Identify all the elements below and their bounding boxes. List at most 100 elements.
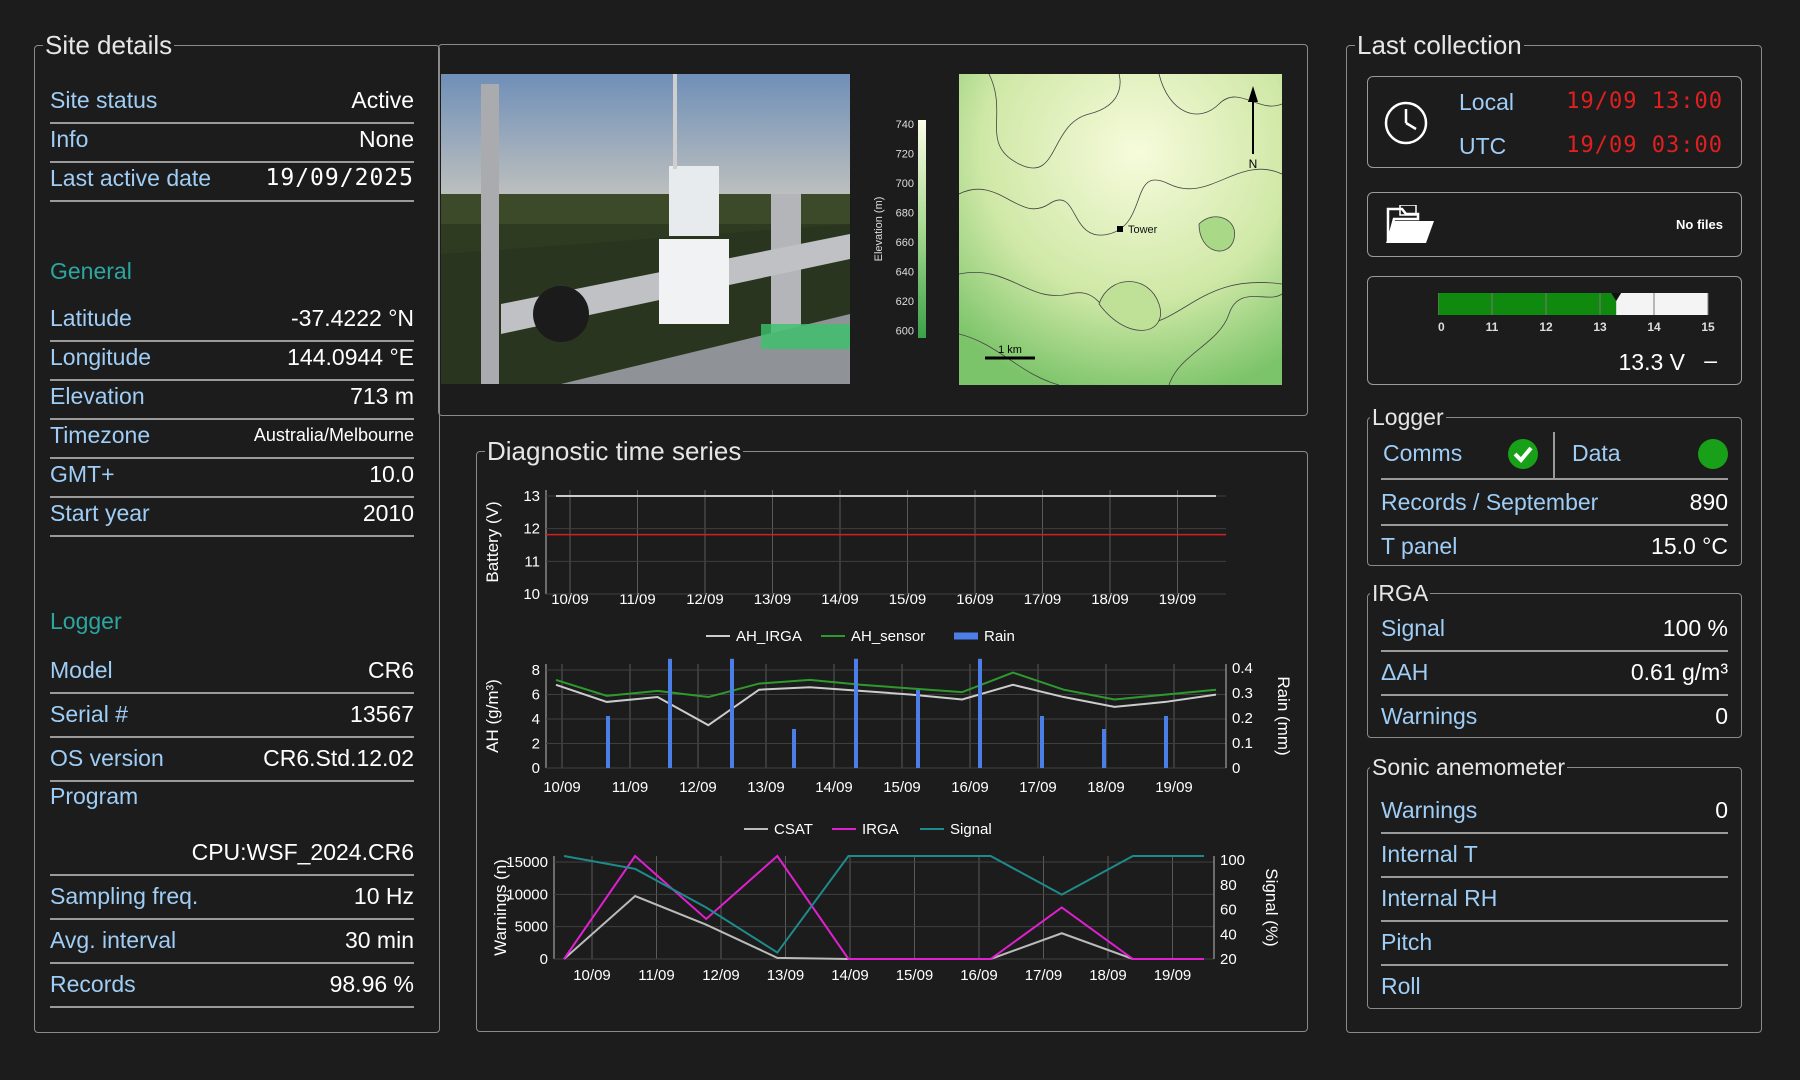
gauge-tick-label: 14 <box>1647 320 1661 334</box>
y-axis-label: AH (g/m³) <box>483 679 502 753</box>
elevation-tick: 660 <box>896 237 914 249</box>
legend-label-rain: Rain <box>984 628 1015 645</box>
irga-ah-label: ΔAH <box>1381 658 1429 685</box>
y-tick-label: 15000 <box>506 854 548 871</box>
x-tick-label: 11/09 <box>612 779 648 796</box>
legend-label-ah-sensor: AH_sensor <box>851 628 925 645</box>
y2-axis-label: Rain (mm) <box>1274 676 1293 755</box>
clock-icon <box>1384 101 1428 145</box>
sonic-internal-rh-label: Internal RH <box>1381 884 1498 911</box>
x-tick-label: 14/09 <box>831 967 869 984</box>
sonic-internal-rh-row: Internal RH <box>1381 876 1728 922</box>
legend-label-csat: CSAT <box>774 821 813 838</box>
tpanel-value: 15.0 °C <box>1651 532 1728 559</box>
sonic-warnings-row: Warnings 0 <box>1381 788 1728 834</box>
data-status-icon <box>1698 439 1728 469</box>
last-collection-legend: Last collection <box>1357 30 1522 60</box>
sampling-freq-value: 10 Hz <box>353 882 414 909</box>
diagnostic-charts: 10/09 11/09 12/09 13/09 14/09 15/09 16/09 17/09… <box>483 488 1293 984</box>
battery-chart: 10/09 11/09 12/09 13/09 14/09 15/09 16/09 17/09… <box>483 488 1226 608</box>
start-year-row: Start year 2010 <box>50 491 414 537</box>
irga-ah-row: ΔAH 0.61 g/m³ <box>1381 650 1728 696</box>
program-value: CPU:WSF_2024.CR6 <box>191 838 414 865</box>
rain-bar <box>668 658 672 768</box>
y-tick-label: 11 <box>524 553 540 570</box>
latitude-value: -37.4222 °N <box>291 304 414 331</box>
elevation-tick: 600 <box>896 326 914 338</box>
longitude-label: Longitude <box>50 343 152 370</box>
records-label: Records / September <box>1381 488 1599 515</box>
ah-chart: 10/09 11/09 12/09 13/09 14/09 15/09 16/09 17/09… <box>483 628 1293 796</box>
records-row: Records / September 890 <box>1381 480 1728 526</box>
gmt-label: GMT+ <box>50 460 115 487</box>
x-tick-label: 17/09 <box>1019 779 1057 796</box>
records-value: 890 <box>1689 488 1728 515</box>
folder-open-icon <box>1386 205 1434 243</box>
y2-tick-label: 0.3 <box>1232 685 1253 702</box>
elevation-value: 713 m <box>350 382 414 409</box>
topo-map: Tower N 1 km <box>959 74 1282 385</box>
logger-section-title: Logger <box>50 608 122 634</box>
elevation-tick: 640 <box>896 267 914 279</box>
x-tick-label: 12/09 <box>702 967 740 984</box>
rain-bar <box>730 658 734 768</box>
serial-label: Serial # <box>50 700 128 727</box>
tpanel-row: T panel 15.0 °C <box>1381 524 1728 568</box>
records-label: Records <box>50 970 136 997</box>
elevation-colorbar: 740 720 700 680 660 640 620 600 Elevation (m) <box>873 119 926 338</box>
rain-bar <box>606 716 610 768</box>
rain-bar <box>978 658 982 768</box>
program-label: Program <box>50 783 139 809</box>
last-active-date-row: Last active date 19/09/2025 <box>50 156 414 202</box>
local-value: 19/09 13:00 <box>1566 89 1723 114</box>
sonic-internal-t-label: Internal T <box>1381 840 1478 867</box>
y2-tick-label: 60 <box>1220 902 1237 919</box>
y-axis-label: Battery (V) <box>483 501 502 582</box>
y2-axis-label: Signal (%) <box>1262 868 1281 946</box>
sonic-warnings-value: 0 <box>1715 796 1728 823</box>
x-tick-label: 14/09 <box>815 779 853 796</box>
x-tick-label: 18/09 <box>1089 967 1127 984</box>
gauge-tick-label: 12 <box>1539 320 1553 334</box>
gauge-fill <box>1438 293 1617 315</box>
site-status-value: Active <box>351 86 414 113</box>
x-tick-label: 15/09 <box>883 779 921 796</box>
y-axis-label: Warnings (n) <box>491 859 510 956</box>
gauge-tick-label: 10 <box>1438 320 1445 334</box>
series-line-ah-sensor <box>555 671 1217 701</box>
general-section-title: General <box>50 258 132 284</box>
north-label: N <box>1249 157 1258 171</box>
serial-value: 13567 <box>350 700 414 727</box>
comms-divider <box>1553 432 1555 478</box>
program-row: CPU:WSF_2024.CR6 <box>50 830 414 876</box>
sonic-content: Warnings 0 Internal T Internal RH Pitch Roll <box>1367 754 1742 1009</box>
gauge-tick-label: 15 <box>1701 320 1715 334</box>
tpanel-label: T panel <box>1381 532 1458 559</box>
tower-label: Tower <box>1128 224 1158 236</box>
irga-warnings-value: 0 <box>1715 702 1728 729</box>
sonic-pitch-row: Pitch <box>1381 920 1728 966</box>
elevation-label: Elevation (m) <box>873 197 885 262</box>
y-tick-label: 5000 <box>515 919 548 936</box>
irga-content: Signal 100 % ΔAH 0.61 g/m³ Warnings 0 <box>1367 580 1742 738</box>
last-active-date-value: 19/09/2025 <box>265 165 414 191</box>
x-tick-label: 19/09 <box>1154 967 1192 984</box>
y2-tick-label: 20 <box>1220 951 1237 968</box>
x-tick-label: 19/09 <box>1155 779 1193 796</box>
x-tick-label: 16/09 <box>960 967 998 984</box>
info-label: Info <box>50 125 89 152</box>
local-label: Local <box>1459 89 1514 115</box>
elevation-tick: 620 <box>896 296 914 308</box>
time-box: Local 19/09 13:00 UTC 19/09 03:00 <box>1367 76 1742 168</box>
y2-tick-label: 0.4 <box>1232 660 1253 677</box>
timezone-label: Timezone <box>50 421 151 448</box>
rain-bar <box>916 690 920 768</box>
sonic-roll-row: Roll <box>1381 964 1728 1008</box>
y2-tick-label: 100 <box>1220 852 1245 869</box>
files-box: No files <box>1367 192 1742 257</box>
gmt-value: 10.0 <box>369 460 414 487</box>
y-tick-label: 12 <box>523 521 540 538</box>
os-version-value: CR6.Std.12.02 <box>263 744 414 771</box>
irga-warnings-label: Warnings <box>1381 702 1478 729</box>
scale-label: 1 km <box>998 344 1022 356</box>
